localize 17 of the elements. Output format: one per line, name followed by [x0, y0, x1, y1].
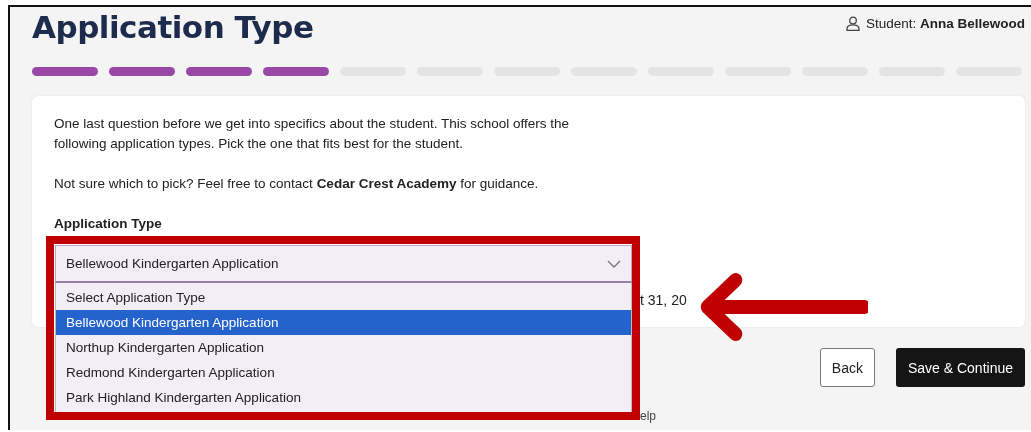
application-type-select[interactable]: Bellewood Kindergarten Application — [55, 245, 632, 283]
chevron-down-icon — [607, 259, 621, 268]
student-name: Student: Anna Bellewood — [865, 16, 1025, 31]
save-continue-button[interactable]: Save & Continue — [895, 348, 1025, 387]
dropdown-option[interactable]: Northup Kindergarten Application — [56, 335, 631, 360]
dropdown-option[interactable]: Park Highland Kindergarten Application — [56, 385, 631, 410]
dropdown-option[interactable]: Bellewood Kindergarten Application — [56, 310, 631, 335]
contact-text: Not sure which to pick? Feel free to contact Cedar Crest Academy for guidance. — [54, 175, 540, 193]
dropdown-option[interactable]: Redmond Kindergarten Application — [56, 360, 631, 385]
date-text: t 31, 20 — [640, 291, 687, 310]
page-title: Application Type — [32, 9, 314, 45]
back-button[interactable]: Back — [819, 348, 875, 387]
dropdown-option[interactable]: Select Application Type — [56, 285, 631, 310]
help-link[interactable]: elp — [640, 409, 656, 423]
field-label: Application Type — [54, 215, 162, 233]
intro-text: One last question before we get into specifics about the student. This school offers the following application types. Pick the one that fits best for the student. — [54, 115, 571, 153]
person-icon — [845, 16, 860, 31]
